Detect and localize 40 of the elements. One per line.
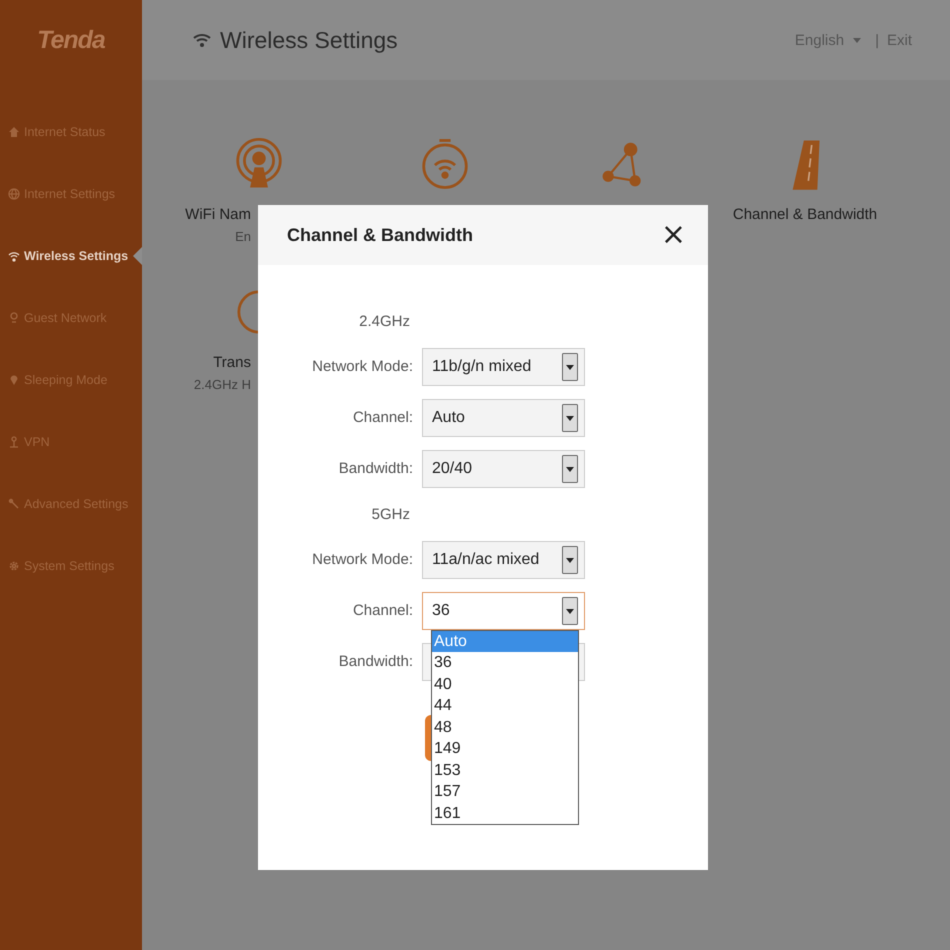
select-field[interactable]: 36 xyxy=(422,592,585,630)
key-icon xyxy=(8,436,20,448)
caret-icon xyxy=(853,38,862,42)
person-icon xyxy=(8,312,20,324)
page-title: Wireless Settings xyxy=(220,26,398,54)
settings-icon xyxy=(8,560,20,572)
card-title: WiFi Nam xyxy=(185,206,251,223)
select-field[interactable]: Auto xyxy=(422,398,585,436)
house-icon xyxy=(8,126,20,138)
globe-icon xyxy=(8,188,20,200)
pin-icon xyxy=(8,374,20,386)
close-button[interactable]: × xyxy=(656,220,690,250)
logo: Tenda xyxy=(36,26,106,55)
select-field[interactable]: 20/40 xyxy=(422,450,585,488)
dropdown-option[interactable]: 157 xyxy=(432,781,578,802)
dropdown-option[interactable]: 40 xyxy=(432,674,578,695)
select-field[interactable]: 11b/g/n mixed xyxy=(422,348,585,386)
dropdown-option[interactable]: 44 xyxy=(432,695,578,716)
card-subtitle: En xyxy=(235,229,251,244)
dropdown-option[interactable]: 153 xyxy=(432,760,578,781)
wrench-icon xyxy=(8,498,20,510)
card-title: Channel & Bandwidth xyxy=(732,206,878,223)
field-label: Bandwidth: xyxy=(338,653,413,670)
section-heading: 5GHz xyxy=(370,506,410,522)
field-label: Network Mode: xyxy=(311,551,413,568)
select-field[interactable]: 11a/n/ac mixed xyxy=(422,540,585,578)
dropdown-option[interactable]: 48 xyxy=(432,716,578,738)
dropdown-option[interactable]: 161 xyxy=(432,802,578,824)
wifi-icon xyxy=(8,250,20,262)
dialog-title: Channel & Bandwidth xyxy=(287,224,473,246)
card-subtitle: 2.4GHz H xyxy=(194,377,251,392)
separator: | xyxy=(875,32,879,48)
field-label: Bandwidth: xyxy=(338,460,413,477)
dropdown-option[interactable]: 36 xyxy=(432,652,578,674)
dropdown-option[interactable]: 149 xyxy=(432,738,578,760)
card-title: Trans xyxy=(213,354,251,371)
field-label: Channel: xyxy=(352,409,413,426)
section-heading: 2.4GHz xyxy=(358,312,410,330)
field-label: Channel: xyxy=(352,602,413,619)
field-label: Network Mode: xyxy=(311,358,413,375)
